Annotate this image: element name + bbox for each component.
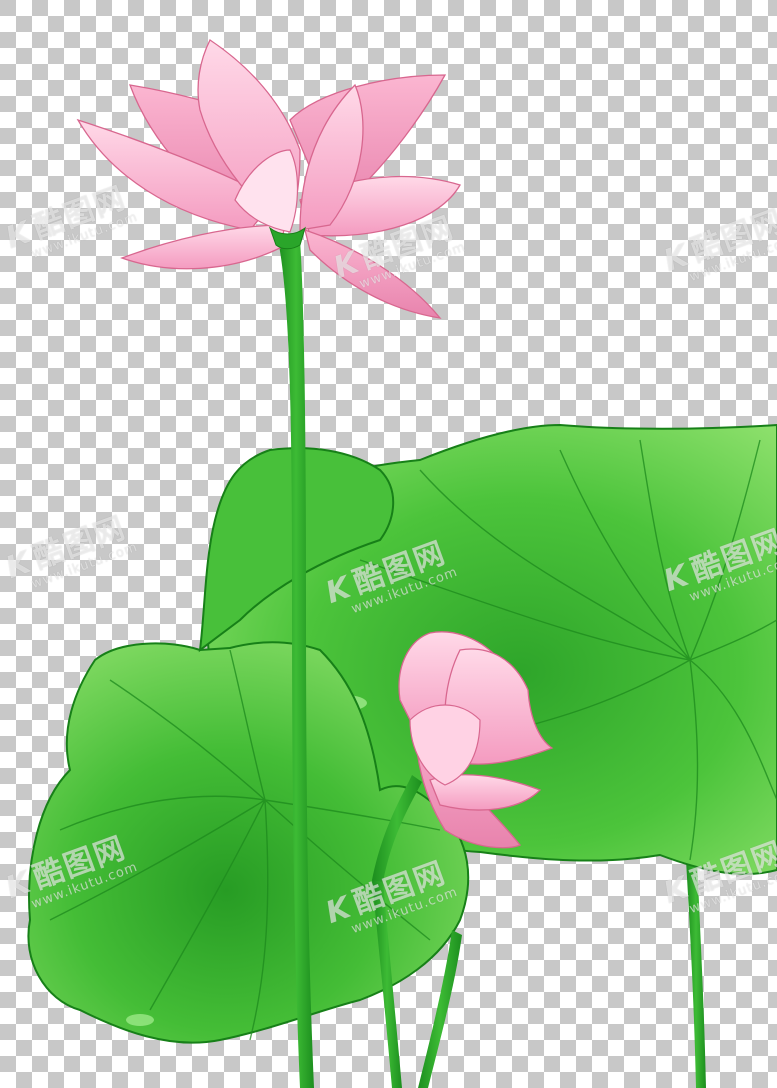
image-canvas: K酷图网 www.ikutu.com K酷图网 www.ikutu.com K酷…: [0, 0, 777, 1088]
lotus-illustration: [0, 0, 777, 1088]
leaf-highlight: [126, 1014, 154, 1026]
